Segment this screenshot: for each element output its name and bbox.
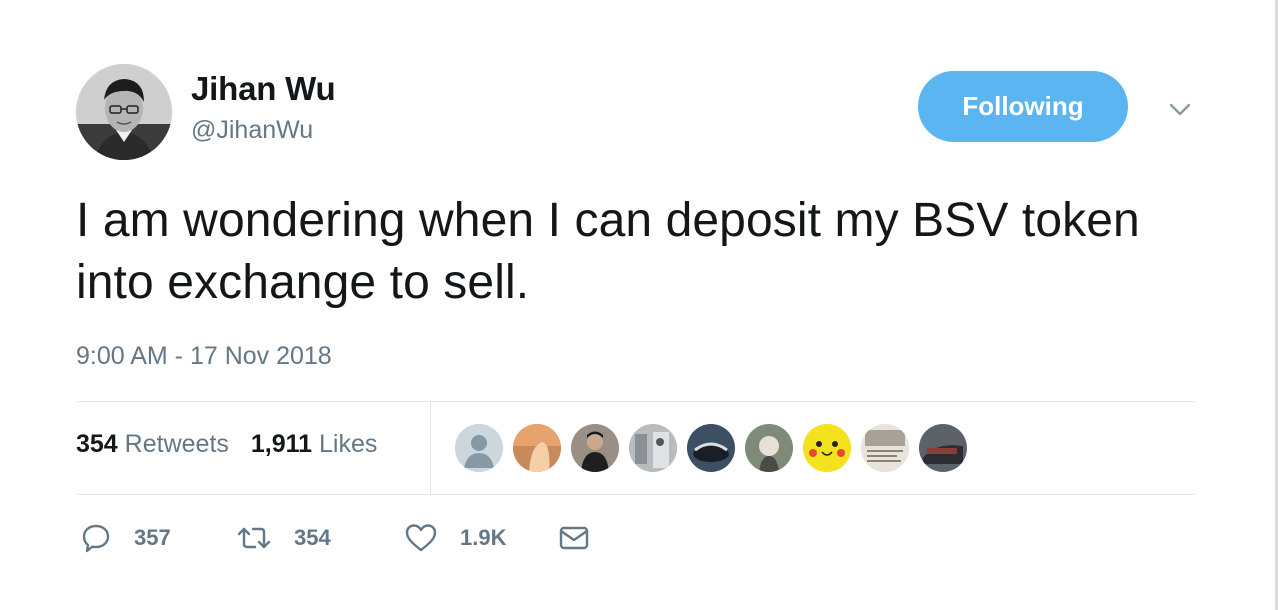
tweet-actions: 357 354 1.9K: [80, 522, 590, 554]
retweets-stat[interactable]: 354 Retweets: [76, 430, 229, 459]
author-screen-name[interactable]: @JihanWu: [191, 116, 313, 145]
liker-avatar[interactable]: [629, 424, 677, 472]
liker-avatar[interactable]: [455, 424, 503, 472]
liker-avatar[interactable]: [919, 424, 967, 472]
tweet-stats: 354 Retweets 1,911 Likes: [76, 430, 377, 459]
liker-avatar[interactable]: [687, 424, 735, 472]
heart-icon[interactable]: [404, 522, 438, 554]
reply-action[interactable]: 357: [80, 522, 224, 554]
likes-count: 1,911: [250, 430, 313, 458]
likes-stat[interactable]: 1,911 Likes: [251, 430, 378, 459]
reply-icon[interactable]: [80, 522, 112, 554]
likers-avatars: [455, 424, 967, 472]
divider: [76, 494, 1196, 495]
author-avatar[interactable]: [76, 64, 172, 160]
message-action[interactable]: [558, 524, 590, 552]
following-button[interactable]: Following: [918, 71, 1128, 142]
retweet-action[interactable]: 354: [236, 522, 404, 554]
likes-label: Likes: [319, 430, 378, 458]
retweet-icon[interactable]: [236, 522, 272, 554]
tweet-card: Jihan Wu @JihanWu Following I am wonderi…: [0, 0, 1278, 610]
like-count: 1.9K: [460, 525, 507, 550]
liker-avatar[interactable]: [571, 424, 619, 472]
tweet-timestamp[interactable]: 9:00 AM - 17 Nov 2018: [76, 342, 332, 371]
like-action[interactable]: 1.9K: [404, 522, 554, 554]
liker-avatar[interactable]: [861, 424, 909, 472]
retweets-count: 354: [76, 430, 118, 458]
chevron-down-icon[interactable]: [1166, 98, 1194, 122]
pikachu-avatar[interactable]: [803, 424, 851, 472]
liker-avatar[interactable]: [745, 424, 793, 472]
liker-avatar[interactable]: [513, 424, 561, 472]
stats-divider: [430, 402, 431, 494]
reply-count: 357: [134, 525, 171, 550]
retweet-count: 354: [294, 525, 331, 550]
author-display-name[interactable]: Jihan Wu: [191, 70, 336, 108]
retweets-label: Retweets: [124, 430, 229, 458]
envelope-icon[interactable]: [558, 524, 590, 552]
tweet-text: I am wondering when I can deposit my BSV…: [76, 194, 1140, 309]
divider: [76, 401, 1196, 402]
